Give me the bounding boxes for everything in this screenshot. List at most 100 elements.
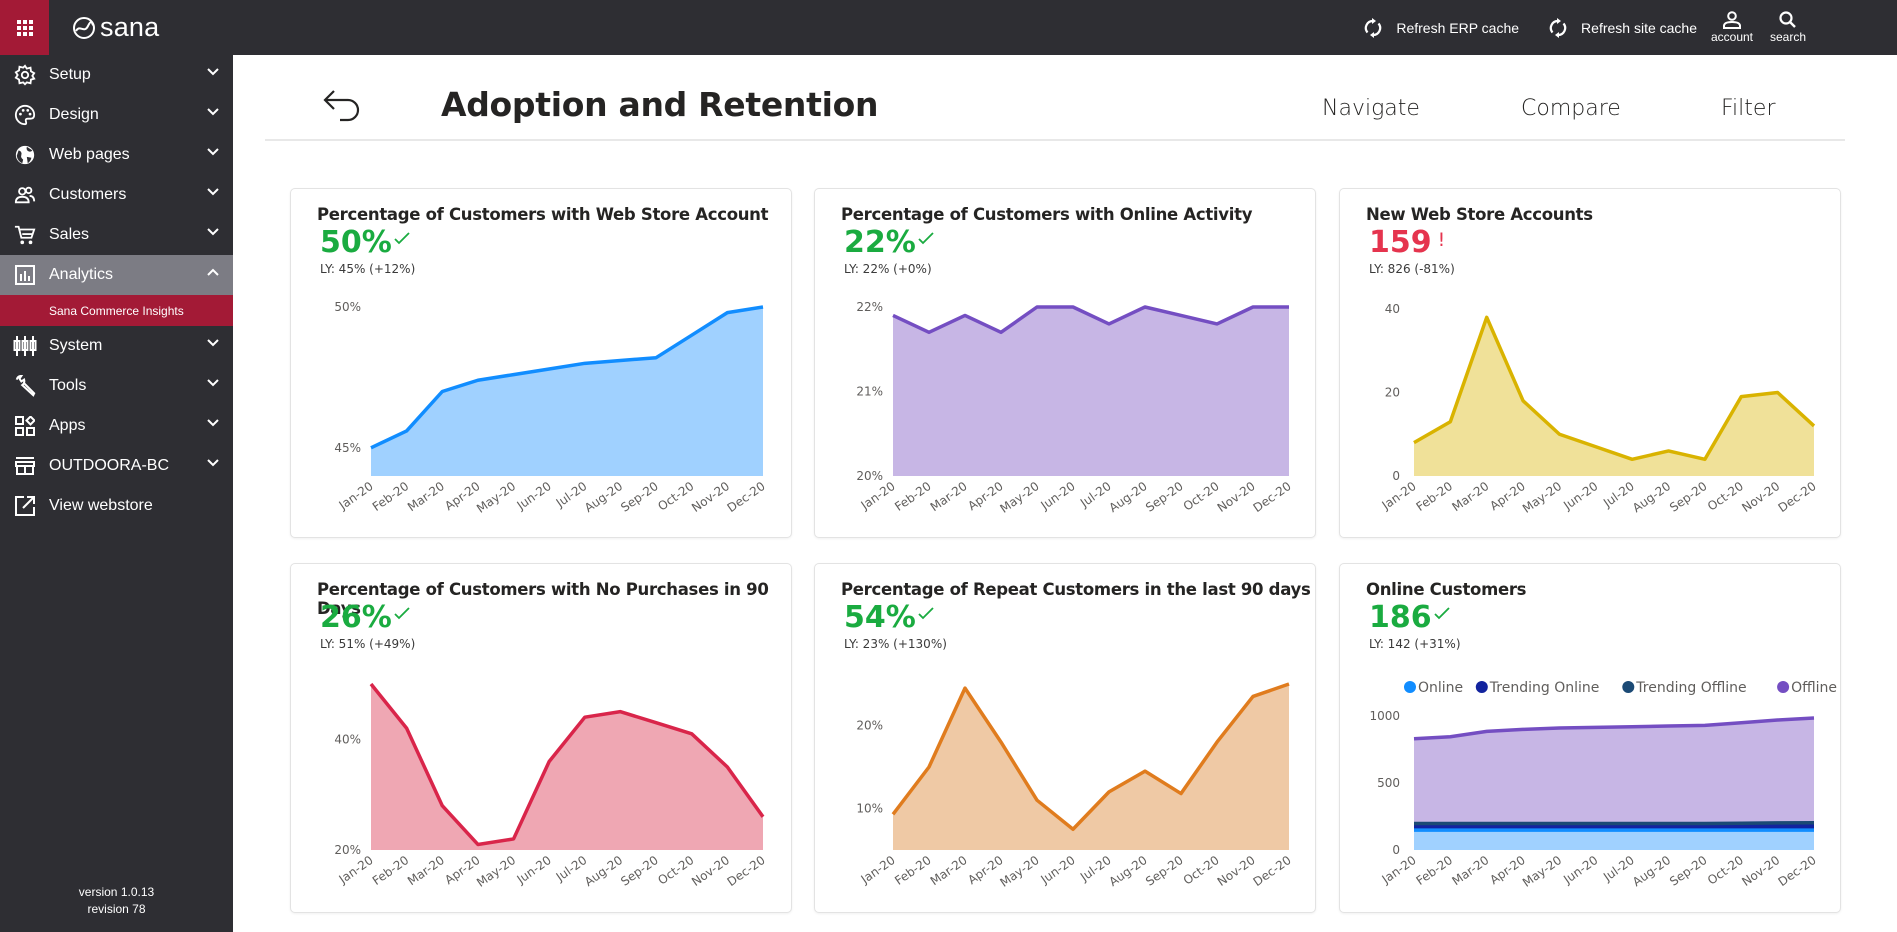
x-tick-label: Sep-20 — [1143, 853, 1186, 889]
compare-link[interactable]: Compare — [1521, 96, 1621, 121]
legend-label[interactable]: Trending Offline — [1635, 680, 1746, 696]
x-tick-label: Nov-20 — [689, 853, 732, 889]
kpi-card[interactable]: Percentage of Customers with Online Acti… — [814, 188, 1316, 538]
legend-marker — [1622, 681, 1635, 693]
x-tick-label: Nov-20 — [1215, 853, 1258, 889]
chevron-down-icon — [207, 148, 219, 156]
apps-icon — [14, 416, 35, 436]
x-tick-label: Sep-20 — [1143, 479, 1186, 515]
x-tick-label: May-20 — [1520, 479, 1564, 516]
store-icon — [14, 457, 35, 475]
x-tick-label: Feb-20 — [892, 853, 934, 888]
x-tick-label: Feb-20 — [1414, 479, 1456, 514]
kpi-card[interactable]: Online Customers 186 LY: 142 (+31%) 0 500 100… — [1339, 563, 1841, 913]
chevron-down-icon — [207, 108, 219, 116]
filter-link[interactable]: Filter — [1721, 96, 1775, 121]
x-tick-label: Aug-20 — [582, 853, 625, 889]
account-button[interactable]: account — [1711, 11, 1753, 44]
sidebar-item-system[interactable]: System — [0, 326, 233, 366]
sidebar-item-view-webstore[interactable]: View webstore — [0, 486, 233, 526]
x-tick-label: Jun-20 — [1037, 853, 1077, 887]
back-arrow-icon — [323, 90, 360, 122]
sidebar-item-outdoora-bc[interactable]: OUTDOORA-BC — [0, 446, 233, 486]
x-tick-label: Oct-20 — [1705, 853, 1746, 888]
version-text: version 1.0.13 — [78, 885, 155, 899]
globe-icon — [15, 145, 34, 165]
app-launcher-button[interactable] — [0, 0, 49, 55]
refresh-site-cache-label: Refresh site cache — [1581, 19, 1697, 36]
refresh-erp-cache-button[interactable]: Refresh ERP cache — [1364, 17, 1519, 38]
sidebar-item-apps[interactable]: Apps — [0, 406, 233, 446]
x-tick-label: Jan-20 — [858, 853, 898, 887]
search-button[interactable]: search — [1767, 11, 1809, 44]
sana-logo[interactable]: sana — [72, 12, 159, 43]
refresh-icon — [1365, 17, 1382, 38]
x-tick-label: May-20 — [1520, 853, 1564, 890]
y-tick-label: 20% — [856, 719, 883, 733]
sidebar-subitem-sana-commerce-insights[interactable]: Sana Commerce Insights — [0, 295, 233, 326]
version-info: version 1.0.13 revision 78 — [0, 884, 233, 918]
x-tick-label: Oct-20 — [1705, 479, 1746, 514]
x-tick-label: May-20 — [997, 853, 1041, 890]
top-bar: sana Refresh ERP cache Refresh site cach… — [0, 0, 1897, 55]
y-tick-label: 45% — [334, 441, 361, 455]
chevron-down-icon — [207, 228, 219, 236]
legend-marker — [1404, 681, 1416, 693]
x-tick-label: Nov-20 — [1739, 479, 1782, 515]
user-icon — [1723, 11, 1741, 29]
x-tick-label: May-20 — [474, 853, 518, 890]
x-tick-label: Sep-20 — [618, 853, 661, 889]
cart-icon — [14, 225, 35, 245]
kpi-card[interactable]: Percentage of Customers with Web Store A… — [290, 188, 792, 538]
y-tick-label: 0 — [1392, 843, 1400, 857]
sidebar-item-web-pages[interactable]: Web pages — [0, 135, 233, 175]
chevron-down-icon — [207, 459, 219, 467]
kpi-card[interactable]: Percentage of Customers with No Purchase… — [290, 563, 792, 913]
area-chart: 20%40%Jan-20Feb-20Mar-20Apr-20May-20Jun-… — [334, 682, 768, 890]
x-tick-label: Feb-20 — [370, 479, 412, 514]
sidebar-item-label: Web pages — [49, 146, 130, 163]
legend-label[interactable]: Offline — [1791, 680, 1837, 696]
area-chart: 02040Jan-20Feb-20Mar-20Apr-20May-20Jun-2… — [1379, 302, 1819, 516]
report-header: Adoption and Retention Navigate Compare … — [265, 55, 1845, 141]
sidebar-item-label: System — [49, 337, 103, 354]
back-button[interactable] — [321, 85, 361, 132]
users-icon — [14, 186, 35, 204]
x-tick-label: Dec-20 — [1776, 853, 1819, 889]
refresh-site-cache-button[interactable]: Refresh site cache — [1549, 17, 1697, 38]
sidebar-item-tools[interactable]: Tools — [0, 366, 233, 406]
x-tick-label: May-20 — [474, 479, 518, 516]
sidebar-item-label: Setup — [49, 66, 91, 83]
kpi-card[interactable]: New Web Store Accounts 159! LY: 826 (-81%)… — [1339, 188, 1841, 538]
navigate-link[interactable]: Navigate — [1322, 96, 1420, 121]
sidebar-item-analytics[interactable]: Analytics — [0, 255, 233, 295]
revision-text: revision 78 — [87, 902, 146, 916]
grid-icon — [16, 19, 33, 36]
area-chart: 05001000Jan-20Feb-20Mar-20Apr-20May-20Ju… — [1369, 680, 1837, 890]
series-area — [893, 307, 1289, 476]
legend-label[interactable]: Trending Online — [1489, 680, 1600, 696]
x-tick-label: Aug-20 — [1106, 479, 1149, 515]
x-tick-label: Jun-20 — [1037, 479, 1077, 513]
x-tick-label: Feb-20 — [370, 853, 412, 888]
area-chart: 20%21%22%Jan-20Feb-20Mar-20Apr-20May-20J… — [856, 300, 1293, 516]
sidebar-item-label: Sales — [49, 226, 90, 243]
page-title: Adoption and Retention — [441, 85, 879, 124]
y-tick-label: 22% — [856, 300, 883, 314]
legend-marker — [1777, 681, 1790, 693]
x-tick-label: Mar-20 — [405, 853, 447, 888]
sidebar-item-design[interactable]: Design — [0, 95, 233, 135]
legend-label[interactable]: Online — [1418, 680, 1463, 696]
kpi-card[interactable]: Percentage of Repeat Customers in the la… — [814, 563, 1316, 913]
y-tick-label: 10% — [856, 802, 883, 816]
sidebar-item-setup[interactable]: Setup — [0, 55, 233, 95]
sidebar-item-customers[interactable]: Customers — [0, 175, 233, 215]
x-tick-label: Sep-20 — [1667, 479, 1710, 515]
sliders-icon — [13, 336, 36, 356]
sidebar-item-label: OUTDOORA-BC — [49, 457, 169, 474]
y-tick-label: 20 — [1385, 386, 1400, 400]
x-tick-label: Jun-20 — [514, 853, 554, 887]
sidebar-item-sales[interactable]: Sales — [0, 215, 233, 255]
y-tick-label: 20% — [856, 469, 883, 483]
series-area — [371, 307, 763, 476]
